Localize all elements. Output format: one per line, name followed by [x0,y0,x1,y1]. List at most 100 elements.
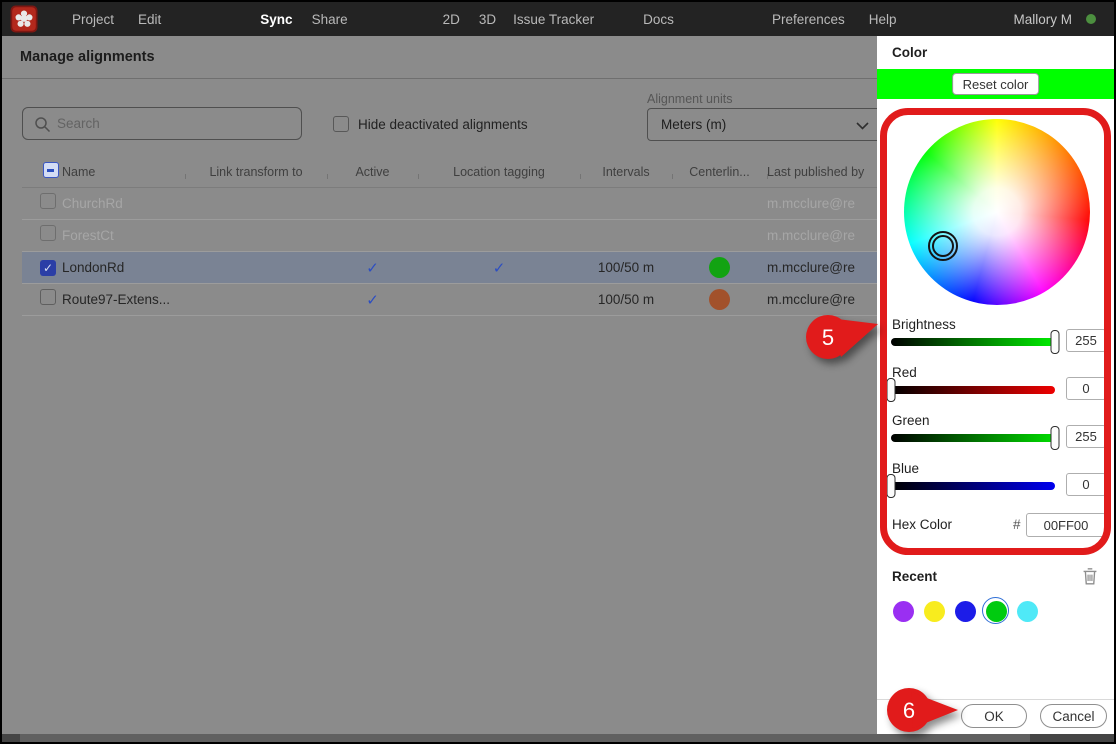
table-header-row: NameLink transform toActiveLocation tagg… [22,156,879,188]
alignment-units-dropdown[interactable]: Meters (m) [647,108,889,141]
user-menu[interactable]: Mallory M [1013,12,1096,27]
recent-swatch-2[interactable] [924,601,945,622]
intervals-cell: 100/50 m [580,260,672,275]
search-icon [34,116,51,133]
slider-handle-blue[interactable] [887,474,896,498]
app-logo-icon [10,5,38,33]
recent-swatch-5[interactable] [1017,601,1038,622]
slider-track-blue[interactable] [891,482,1055,490]
centerline-color-dot[interactable] [709,289,730,310]
menu-item-project[interactable]: Project [72,12,114,27]
trash-icon[interactable] [1079,564,1101,588]
svg-text:5: 5 [822,325,834,350]
menu-item-help[interactable]: Help [869,12,897,27]
horizontal-scrollbar [2,734,1114,742]
menu-item-2d[interactable]: 2D [443,12,460,27]
alignment-units-label: Alignment units [647,92,732,106]
recent-colors-label: Recent [892,569,937,584]
hide-deactivated-checkbox[interactable] [333,116,349,132]
hex-color-input[interactable] [1026,513,1106,537]
table-row[interactable]: Route97-Extens... ✓ 100/50 m m.mcclure@re [22,284,879,316]
slider-label-brightness: Brightness [892,317,956,332]
slider-value-blue[interactable] [1066,473,1106,496]
menu-item-issue-tracker[interactable]: Issue Tracker [513,12,594,27]
slider-label-green: Green [892,413,930,428]
annotation-callout-6: 6 [884,686,960,734]
table-row[interactable]: ✓LondonRd✓✓100/50 mm.mcclure@re [22,252,879,284]
intervals-cell: 100/50 m [580,292,672,307]
recent-swatch-4[interactable] [986,601,1007,622]
ok-button[interactable]: OK [961,704,1027,728]
cancel-button[interactable]: Cancel [1040,704,1107,728]
column-header-3: Active [327,165,418,179]
row-checkbox[interactable] [40,289,56,305]
menu-bar: Project Edit Sync Share 2D 3D Issue Tracker Doc… [2,2,1114,36]
chevron-down-icon [856,122,869,130]
menu-item-docs[interactable]: Docs [643,12,674,27]
search-box[interactable] [22,107,302,140]
column-header-7: Last published by [767,165,879,179]
slider-value-red[interactable] [1066,377,1106,400]
title-divider [2,78,879,79]
recent-color-swatches [893,601,1038,622]
recent-swatch-1[interactable] [893,601,914,622]
last-published-by-cell: m.mcclure@re [767,228,879,243]
location-tagging-cell: ✓ [418,259,580,277]
slider-value-green[interactable] [1066,425,1106,448]
recent-swatch-3[interactable] [955,601,976,622]
hex-color-label: Hex Color [892,517,952,532]
alignment-name: Route97-Extens... [62,292,185,307]
column-header-6: Centerlin... [672,165,767,179]
menu-item-edit[interactable]: Edit [138,12,161,27]
alignment-name: ChurchRd [62,196,185,211]
slider-label-blue: Blue [892,461,919,476]
app-window: Project Edit Sync Share 2D 3D Issue Tracker Doc… [0,0,1116,744]
table-row[interactable]: ChurchRd m.mcclure@re [22,188,879,220]
last-published-by-cell: m.mcclure@re [767,196,879,211]
column-header-5: Intervals [580,165,672,179]
active-cell: ✓ [327,291,418,309]
centerline-color-cell [672,257,767,278]
presence-status-icon [1086,14,1096,24]
active-check-icon: ✓ [366,292,379,309]
alignment-units-value: Meters (m) [661,117,726,132]
menu-item-share[interactable]: Share [312,12,348,27]
page-title: Manage alignments [20,49,155,65]
alignment-name: LondonRd [62,260,185,275]
last-published-by-cell: m.mcclure@re [767,292,879,307]
svg-text:6: 6 [903,698,915,723]
row-checkbox[interactable]: ✓ [40,260,56,276]
active-check-icon: ✓ [366,260,379,277]
menu-items: Project Edit Sync Share 2D 3D Issue Tracker Doc… [38,12,897,27]
slider-handle-green[interactable] [1051,426,1060,450]
search-input[interactable] [57,109,297,138]
slider-handle-red[interactable] [887,378,896,402]
row-checkbox[interactable] [40,225,56,241]
user-name: Mallory M [1013,12,1072,27]
select-all-checkbox[interactable] [43,162,59,178]
column-header-1: Name [62,165,185,179]
slider-track-brightness[interactable] [891,338,1055,346]
alignment-name: ForestCt [62,228,185,243]
slider-track-red[interactable] [891,386,1055,394]
table-row[interactable]: ForestCt m.mcclure@re [22,220,879,252]
hex-hash-prefix: # [1013,517,1021,532]
horizontal-scrollbar-thumb[interactable] [20,734,1030,742]
last-published-by-cell: m.mcclure@re [767,260,879,275]
menu-item-3d[interactable]: 3D [479,12,496,27]
active-cell: ✓ [327,259,418,277]
centerline-color-dot[interactable] [709,257,730,278]
column-header-2: Link transform to [185,165,327,179]
slider-value-brightness[interactable] [1066,329,1106,352]
centerline-color-cell [672,289,767,310]
header-checkbox-cell [22,162,62,181]
annotation-callout-5: 5 [802,311,880,361]
menu-item-preferences[interactable]: Preferences [772,12,845,27]
slider-label-red: Red [892,365,917,380]
slider-handle-brightness[interactable] [1051,330,1060,354]
menu-item-sync[interactable]: Sync [260,12,292,27]
hide-deactivated-label: Hide deactivated alignments [358,117,528,132]
slider-track-green[interactable] [891,434,1055,442]
alignments-table: NameLink transform toActiveLocation tagg… [22,156,879,316]
row-checkbox[interactable] [40,193,56,209]
